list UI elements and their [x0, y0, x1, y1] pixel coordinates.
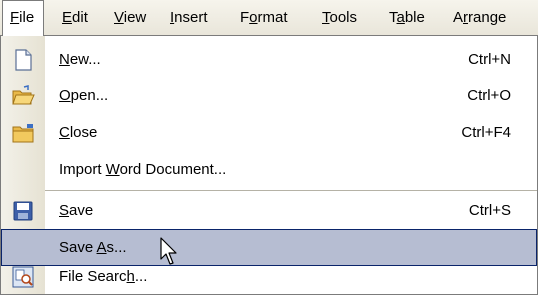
menu-tools-label-rest: ools	[329, 9, 358, 26]
menu-item-new[interactable]: New... Ctrl+N	[1, 41, 537, 78]
menu-item-save-label: Save	[59, 192, 93, 229]
menu-bar: File Edit View Insert Format Tools Table…	[0, 0, 538, 36]
open-folder-icon	[12, 85, 35, 105]
menu-tools-access-key: T	[322, 9, 330, 26]
menu-edit-label-rest: dit	[72, 9, 88, 26]
menu-item-open-label-rest: pen...	[70, 87, 109, 104]
menu-arrange[interactable]: Arrange	[453, 0, 506, 35]
mouse-pointer-icon	[160, 237, 177, 265]
menu-format-label-pre: F	[240, 9, 250, 26]
menu-item-import-label: Import Word Document...	[59, 151, 226, 188]
menu-item-save-shortcut: Ctrl+S	[468, 202, 511, 219]
menu-separator	[45, 190, 537, 191]
menu-file[interactable]: File	[2, 0, 44, 36]
menu-item-file-search-label: File Search...	[59, 258, 147, 295]
menu-edit-access-key: E	[62, 9, 73, 26]
new-document-icon	[15, 49, 32, 71]
menu-item-import-label-rest: ord Document...	[119, 161, 227, 178]
menu-table-label-rest: ble	[404, 9, 425, 26]
menu-item-save-label-rest: ave	[69, 202, 94, 219]
menu-item-close[interactable]: Close Ctrl+F4	[1, 114, 537, 151]
menu-item-file-search[interactable]: File Search...	[1, 258, 537, 295]
menu-tools[interactable]: Tools	[322, 0, 357, 35]
menu-item-import-word-document[interactable]: Import Word Document...	[1, 151, 537, 188]
menu-view-label-rest: iew	[123, 9, 147, 26]
menu-format-access-key: o	[249, 9, 258, 26]
menu-item-new-label-rest: ew...	[69, 51, 101, 68]
menu-item-file-search-label-rest: ...	[134, 268, 148, 285]
menu-edit[interactable]: Edit	[62, 0, 88, 35]
menu-item-open-access-key: O	[59, 87, 71, 104]
menu-item-new-label: New...	[59, 41, 101, 78]
menu-table-label-pre: T	[389, 9, 397, 26]
menu-arrange-label-rest: range	[468, 9, 507, 26]
menu-format-label-rest: rmat	[257, 9, 288, 26]
menu-item-import-label-pre: Import	[59, 161, 106, 178]
menu-item-close-label: Close	[59, 114, 97, 151]
menu-item-save[interactable]: Save Ctrl+S	[1, 192, 537, 229]
menu-item-open[interactable]: Open... Ctrl+O	[1, 77, 537, 114]
menu-insert-label-rest: nsert	[174, 9, 208, 26]
menu-item-save-as-access-key: A	[96, 239, 107, 256]
menu-arrange-label-pre: A	[453, 9, 464, 26]
menu-item-file-search-label-pre: File Searc	[59, 268, 127, 285]
menu-item-close-shortcut: Ctrl+F4	[461, 124, 511, 141]
menu-view[interactable]: View	[114, 0, 146, 35]
menu-table-access-key: a	[396, 9, 405, 26]
save-disk-icon	[13, 201, 33, 221]
file-search-icon	[12, 266, 34, 288]
menu-insert[interactable]: Insert	[170, 0, 208, 35]
file-menu-dropdown: New... Ctrl+N Open... Ctrl+O Close Ctrl+…	[0, 35, 538, 295]
menu-item-new-access-key: N	[59, 51, 70, 68]
close-folder-icon	[12, 124, 34, 143]
menu-file-access-key: F	[10, 9, 20, 26]
menu-item-save-as-label-rest: s...	[106, 239, 127, 256]
menu-item-open-label: Open...	[59, 77, 108, 114]
menu-format[interactable]: Format	[240, 0, 288, 35]
menu-item-save-as-label-pre: Save	[59, 239, 97, 256]
menu-file-label-rest: ile	[19, 9, 35, 26]
menu-item-save-access-key: S	[59, 202, 70, 219]
menu-table[interactable]: Table	[389, 0, 425, 35]
menu-item-file-search-access-key: h	[126, 268, 135, 285]
menu-item-close-access-key: C	[59, 124, 70, 141]
menu-item-open-shortcut: Ctrl+O	[467, 87, 511, 104]
menu-item-new-shortcut: Ctrl+N	[468, 51, 511, 68]
menu-item-close-label-rest: lose	[69, 124, 98, 141]
menu-view-access-key: V	[114, 9, 124, 26]
menu-item-import-access-key: W	[105, 161, 120, 178]
